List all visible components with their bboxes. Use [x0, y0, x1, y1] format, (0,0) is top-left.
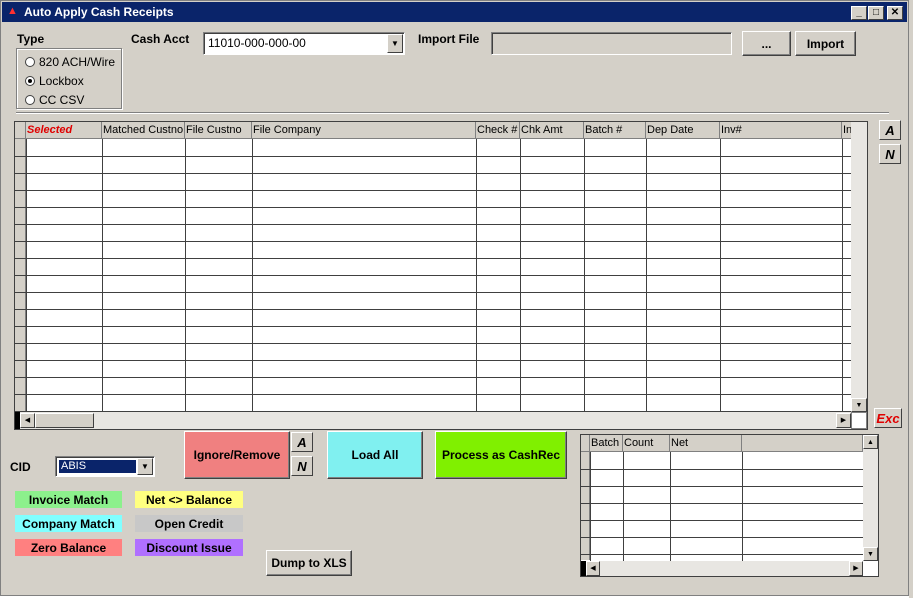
scroll-thumb[interactable] — [35, 413, 94, 428]
import-button[interactable]: Import — [795, 31, 856, 56]
table-row — [15, 224, 851, 225]
table-row — [581, 554, 863, 555]
radio-icon — [25, 57, 35, 67]
import-file-field[interactable] — [491, 32, 732, 55]
column-header-dep-date[interactable]: Dep Date — [646, 122, 720, 139]
radio-lockbox[interactable]: Lockbox — [25, 72, 84, 90]
table-row — [15, 309, 851, 310]
batch-summary-grid[interactable]: Batch Count Net ▲ ▼ ◀ ▶ — [580, 434, 879, 577]
column-header-net[interactable]: Net — [670, 435, 742, 452]
scroll-right-icon[interactable]: ▶ — [836, 413, 851, 428]
column-header-check-no[interactable]: Check # — [476, 122, 520, 139]
column-header-matched-custno[interactable]: Matched Custno — [102, 122, 185, 139]
table-row — [15, 360, 851, 361]
app-icon: ▲ — [7, 5, 18, 17]
cid-dropdown[interactable]: ABIS ▼ — [55, 456, 155, 477]
scroll-corner — [851, 412, 867, 429]
type-radio-group: 820 ACH/Wire Lockbox CC CSV — [16, 48, 122, 109]
radio-label: 820 ACH/Wire — [39, 55, 116, 69]
column-header-count[interactable]: Count — [623, 435, 670, 452]
table-row — [15, 377, 851, 378]
scroll-right-icon[interactable]: ▶ — [849, 561, 863, 576]
table-row — [581, 503, 863, 504]
table-row — [15, 275, 851, 276]
table-row — [15, 207, 851, 208]
select-none-bottom-button[interactable]: N — [291, 456, 313, 476]
legend-invoice-match: Invoice Match — [15, 491, 122, 508]
window-title: Auto Apply Cash Receipts — [24, 5, 174, 19]
maximize-icon[interactable]: □ — [868, 6, 884, 20]
radio-label: CC CSV — [39, 93, 85, 107]
process-cashrec-button[interactable]: Process as CashRec — [435, 431, 567, 479]
select-all-button[interactable]: A — [879, 120, 901, 140]
background-window-edge — [909, 0, 913, 598]
column-header-batch-no[interactable]: Batch # — [584, 122, 646, 139]
type-label: Type — [17, 32, 45, 46]
scroll-down-icon[interactable]: ▼ — [851, 398, 867, 412]
close-icon[interactable]: ✕ — [887, 6, 903, 20]
radio-label: Lockbox — [39, 74, 84, 88]
legend-company-match: Company Match — [15, 515, 122, 532]
divider — [16, 112, 889, 114]
table-row — [15, 343, 851, 344]
column-header-inv-no[interactable]: Inv# — [720, 122, 842, 139]
chevron-down-icon[interactable]: ▼ — [137, 458, 153, 475]
column-header-blank — [742, 435, 863, 452]
legend-zero-balance: Zero Balance — [15, 539, 122, 556]
column-header-batch[interactable]: Batch — [590, 435, 623, 452]
table-row — [15, 190, 851, 191]
table-row — [581, 520, 863, 521]
radio-cc-csv[interactable]: CC CSV — [25, 91, 84, 109]
horizontal-scrollbar[interactable]: ◀ ▶ — [15, 412, 851, 429]
table-row — [15, 173, 851, 174]
select-none-button[interactable]: N — [879, 144, 901, 164]
column-header-file-company[interactable]: File Company — [252, 122, 476, 139]
table-row — [15, 258, 851, 259]
scroll-left-icon[interactable]: ◀ — [586, 561, 600, 576]
column-header-selected[interactable]: Selected — [26, 122, 102, 139]
legend-open-credit: Open Credit — [135, 515, 243, 532]
column-header-file-custno[interactable]: File Custno — [185, 122, 252, 139]
table-row — [15, 292, 851, 293]
select-all-bottom-button[interactable]: A — [291, 432, 313, 452]
title-bar: ▲ Auto Apply Cash Receipts _ □ ✕ — [2, 2, 907, 22]
legend-net-balance: Net <> Balance — [135, 491, 243, 508]
row-header-corner — [581, 435, 590, 452]
scroll-up-icon[interactable]: ▲ — [863, 435, 878, 449]
radio-selected-icon — [25, 76, 35, 86]
cash-acct-label: Cash Acct — [131, 32, 190, 46]
cash-acct-value: 11010-000-000-00 — [208, 36, 306, 50]
row-header-corner — [15, 122, 26, 139]
table-row — [15, 326, 851, 327]
import-file-label: Import File — [418, 32, 480, 46]
dump-to-xls-button[interactable]: Dump to XLS — [266, 550, 352, 576]
vertical-scrollbar[interactable]: ▼ — [851, 122, 867, 412]
export-excel-button[interactable]: Exc — [874, 408, 902, 428]
cash-acct-dropdown[interactable]: 11010-000-000-00 ▼ — [203, 32, 405, 55]
scroll-down-icon[interactable]: ▼ — [863, 547, 878, 561]
table-row — [581, 469, 863, 470]
radio-820-ach-wire[interactable]: 820 ACH/Wire — [25, 53, 115, 71]
legend-discount-issue: Discount Issue — [135, 539, 243, 556]
cid-value: ABIS — [59, 460, 136, 473]
chevron-down-icon[interactable]: ▼ — [387, 34, 403, 53]
radio-icon — [25, 95, 35, 105]
ignore-remove-button[interactable]: Ignore/Remove — [184, 431, 290, 479]
load-all-button[interactable]: Load All — [327, 431, 423, 479]
column-header-chk-amt[interactable]: Chk Amt — [520, 122, 584, 139]
table-row — [15, 394, 851, 395]
scroll-left-icon[interactable]: ◀ — [20, 413, 35, 428]
browse-button[interactable]: ... — [742, 31, 791, 56]
vertical-scrollbar[interactable]: ▲ ▼ — [863, 435, 878, 561]
minimize-icon[interactable]: _ — [851, 6, 867, 20]
table-row — [581, 537, 863, 538]
table-row — [581, 486, 863, 487]
receipts-grid[interactable]: Selected Matched Custno File Custno File… — [14, 121, 868, 430]
horizontal-scrollbar[interactable]: ◀ ▶ — [581, 561, 863, 576]
cid-label: CID — [10, 460, 31, 474]
table-row — [15, 241, 851, 242]
table-row — [15, 156, 851, 157]
